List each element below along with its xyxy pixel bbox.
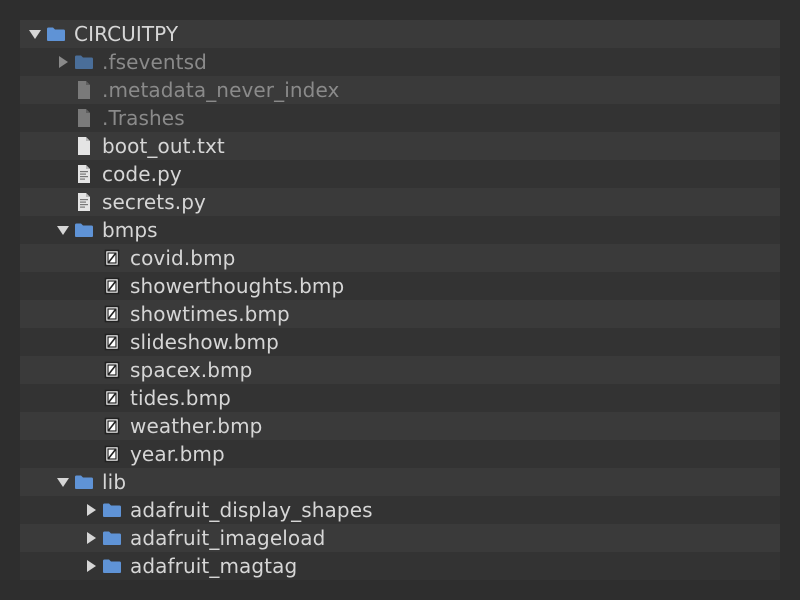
tree-item-label: code.py xyxy=(102,162,182,186)
arrow-spacer xyxy=(84,300,98,328)
tree-row-bmps[interactable]: bmps xyxy=(20,216,780,244)
tree-item-label: .metadata_never_index xyxy=(102,78,340,102)
arrow-spacer xyxy=(84,272,98,300)
image-file-icon xyxy=(102,360,122,380)
folder-icon xyxy=(102,500,122,520)
folder-icon xyxy=(102,528,122,548)
tree-row-trashes[interactable]: .Trashes xyxy=(20,104,780,132)
arrow-spacer xyxy=(84,440,98,468)
folder-icon xyxy=(74,220,94,240)
arrow-spacer xyxy=(56,104,70,132)
tree-item-label: spacex.bmp xyxy=(130,358,253,382)
image-file-icon xyxy=(102,276,122,296)
expanded-arrow-icon[interactable] xyxy=(28,20,42,48)
file-tree: CIRCUITPY .fseventsd .metadata_never_index… xyxy=(20,20,780,580)
tree-item-label: adafruit_imageload xyxy=(130,526,326,550)
collapsed-arrow-icon[interactable] xyxy=(84,496,98,524)
tree-row-weather-bmp[interactable]: weather.bmp xyxy=(20,412,780,440)
file-icon xyxy=(74,136,94,156)
image-file-icon xyxy=(102,248,122,268)
tree-item-label: weather.bmp xyxy=(130,414,263,438)
folder-icon xyxy=(102,556,122,576)
tree-row-spacex-bmp[interactable]: spacex.bmp xyxy=(20,356,780,384)
arrow-spacer xyxy=(56,160,70,188)
tree-item-label: slideshow.bmp xyxy=(130,330,279,354)
tree-item-label: adafruit_magtag xyxy=(130,554,298,578)
file-icon xyxy=(74,108,94,128)
expanded-arrow-icon[interactable] xyxy=(56,468,70,496)
python-file-icon xyxy=(74,192,94,212)
tree-row-showtimes-bmp[interactable]: showtimes.bmp xyxy=(20,300,780,328)
tree-item-label: year.bmp xyxy=(130,442,225,466)
tree-row-adafruit-magtag[interactable]: adafruit_magtag xyxy=(20,552,780,580)
tree-item-label: lib xyxy=(102,470,127,494)
collapsed-arrow-icon[interactable] xyxy=(56,48,70,76)
tree-item-label: secrets.py xyxy=(102,190,206,214)
collapsed-arrow-icon[interactable] xyxy=(84,552,98,580)
tree-row-adafruit-imageload[interactable]: adafruit_imageload xyxy=(20,524,780,552)
folder-icon xyxy=(46,24,66,44)
tree-item-label: CIRCUITPY xyxy=(74,22,179,46)
tree-row-slideshow-bmp[interactable]: slideshow.bmp xyxy=(20,328,780,356)
tree-item-label: adafruit_display_shapes xyxy=(130,498,373,522)
tree-row-lib[interactable]: lib xyxy=(20,468,780,496)
tree-row-metadata-never-index[interactable]: .metadata_never_index xyxy=(20,76,780,104)
image-file-icon xyxy=(102,332,122,352)
tree-row-covid-bmp[interactable]: covid.bmp xyxy=(20,244,780,272)
expanded-arrow-icon[interactable] xyxy=(56,216,70,244)
arrow-spacer xyxy=(84,384,98,412)
image-file-icon xyxy=(102,388,122,408)
image-file-icon xyxy=(102,304,122,324)
tree-row-circuitpy[interactable]: CIRCUITPY xyxy=(20,20,780,48)
tree-item-label: covid.bmp xyxy=(130,246,236,270)
arrow-spacer xyxy=(84,328,98,356)
tree-item-label: showerthoughts.bmp xyxy=(130,274,345,298)
arrow-spacer xyxy=(56,76,70,104)
arrow-spacer xyxy=(84,356,98,384)
folder-icon xyxy=(74,52,94,72)
file-icon xyxy=(74,80,94,100)
tree-row-showerthoughts-bmp[interactable]: showerthoughts.bmp xyxy=(20,272,780,300)
arrow-spacer xyxy=(56,132,70,160)
image-file-icon xyxy=(102,416,122,436)
tree-row-boot-out-txt[interactable]: boot_out.txt xyxy=(20,132,780,160)
arrow-spacer xyxy=(84,244,98,272)
tree-item-label: .Trashes xyxy=(102,106,185,130)
arrow-spacer xyxy=(56,188,70,216)
tree-item-label: tides.bmp xyxy=(130,386,231,410)
tree-row-secrets-py[interactable]: secrets.py xyxy=(20,188,780,216)
tree-row-code-py[interactable]: code.py xyxy=(20,160,780,188)
collapsed-arrow-icon[interactable] xyxy=(84,524,98,552)
tree-row-fseventsd[interactable]: .fseventsd xyxy=(20,48,780,76)
tree-row-adafruit-display-shapes[interactable]: adafruit_display_shapes xyxy=(20,496,780,524)
arrow-spacer xyxy=(84,412,98,440)
folder-icon xyxy=(74,472,94,492)
tree-row-year-bmp[interactable]: year.bmp xyxy=(20,440,780,468)
tree-item-label: bmps xyxy=(102,218,158,242)
image-file-icon xyxy=(102,444,122,464)
python-file-icon xyxy=(74,164,94,184)
tree-item-label: showtimes.bmp xyxy=(130,302,290,326)
tree-item-label: .fseventsd xyxy=(102,50,207,74)
tree-row-tides-bmp[interactable]: tides.bmp xyxy=(20,384,780,412)
tree-item-label: boot_out.txt xyxy=(102,134,225,158)
